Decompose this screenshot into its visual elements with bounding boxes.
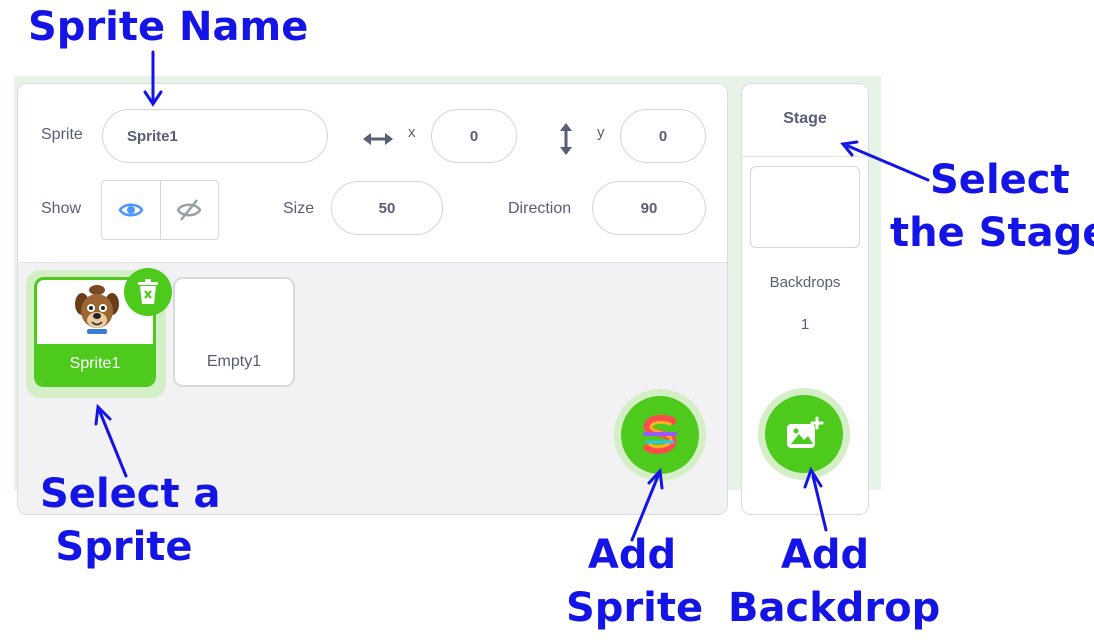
annotation-select-stage-line1: Select: [930, 157, 1070, 203]
annotation-add-sprite-line2: Sprite: [566, 585, 704, 631]
annotation-sprite-name: Sprite Name: [28, 4, 309, 50]
annotation-select-sprite-line2: Sprite: [55, 524, 193, 570]
annotation-select-stage-line2: the Stage: [890, 210, 1094, 256]
stage-arrow: [846, 144, 930, 182]
annotation-add-sprite-line1: Add: [587, 532, 677, 578]
annotation-add-backdrop-line1: Add: [780, 532, 870, 578]
annotation-add-backdrop-line2: Backdrop: [728, 585, 941, 631]
annotation-select-sprite-line1: Select a: [40, 471, 221, 517]
